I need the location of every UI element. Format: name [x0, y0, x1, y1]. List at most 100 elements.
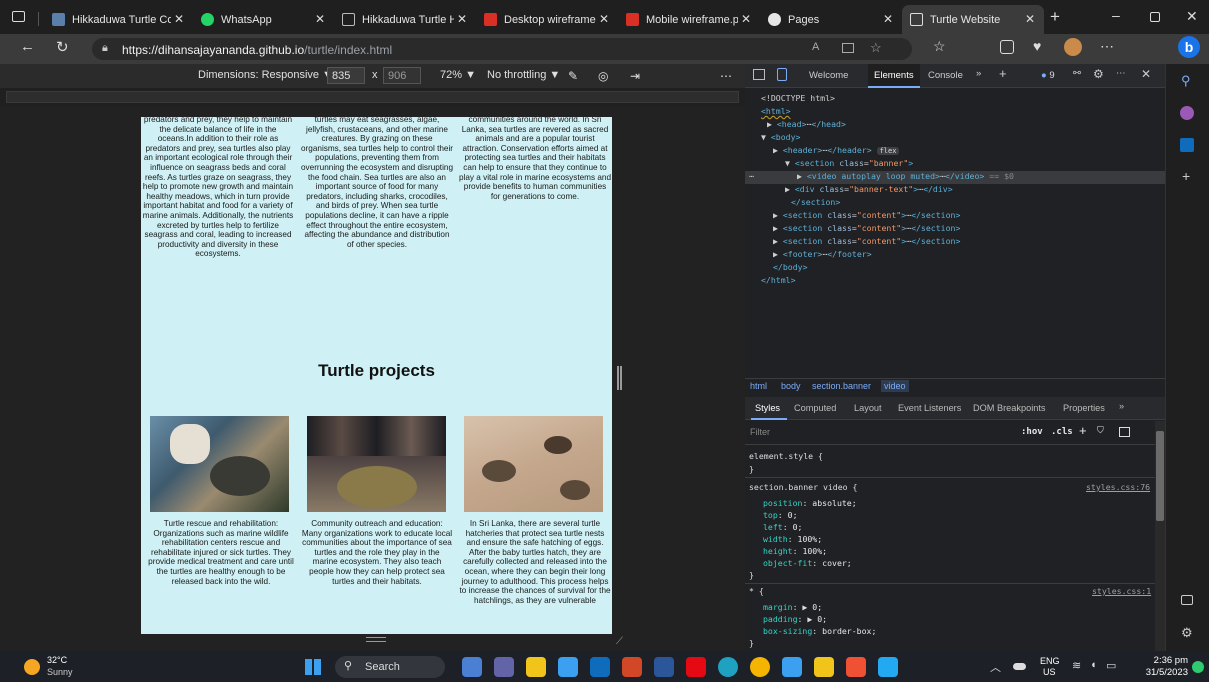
tray-chevron-icon[interactable]: ︿: [990, 659, 1001, 675]
dom-doctype[interactable]: <!DOCTYPE html>: [745, 93, 1165, 106]
row-menu-icon[interactable]: ⋯: [749, 171, 754, 181]
store-icon[interactable]: [558, 657, 578, 677]
add-tab-icon[interactable]: +: [999, 66, 1007, 81]
netflix-icon[interactable]: [686, 657, 706, 677]
close-devtools-icon[interactable]: ✕: [1141, 67, 1151, 81]
more-style-tabs-icon[interactable]: »: [1119, 401, 1124, 411]
read-aloud-icon[interactable]: A: [812, 41, 819, 53]
chat-icon[interactable]: [494, 657, 514, 677]
volume-icon[interactable]: ◖: [1090, 659, 1097, 671]
rule2-source-link[interactable]: styles.css:1: [1092, 586, 1151, 596]
expand-icon[interactable]: ▶: [773, 223, 783, 233]
dom-section-content-2[interactable]: ▶ <section class="content">⋯</section>: [745, 223, 1165, 236]
collections-icon[interactable]: [1000, 40, 1014, 54]
url-field[interactable]: 🔒︎ https://dihansajayananda.github.io/tu…: [92, 38, 912, 60]
restore-button[interactable]: [1150, 12, 1160, 22]
dom-head[interactable]: ▶ <head>⋯</head>: [745, 119, 1165, 132]
word-icon[interactable]: [654, 657, 674, 677]
language-line1[interactable]: ENG: [1040, 656, 1060, 666]
devtools-more-icon[interactable]: ⋯: [1116, 68, 1126, 79]
css-prop-left[interactable]: left: 0;: [763, 522, 802, 532]
app-available-icon[interactable]: [842, 43, 854, 53]
dom-div-banner-text[interactable]: ▶ <div class="banner-text">⋯</div>: [745, 184, 1165, 197]
close-icon[interactable]: ✕: [457, 12, 467, 26]
expand-icon[interactable]: ▶: [767, 119, 777, 129]
hov-toggle[interactable]: :hov: [1021, 427, 1043, 437]
tab-desktop-wireframe[interactable]: Desktop wireframe.pd✕: [476, 5, 618, 34]
dom-footer[interactable]: ▶ <footer>⋯</footer>: [745, 249, 1165, 262]
sidebar-panel-icon[interactable]: [1181, 595, 1193, 605]
new-tab-button[interactable]: +: [1050, 7, 1060, 27]
throttle-dropdown[interactable]: No throttling ▼: [487, 69, 560, 81]
onedrive-icon[interactable]: [1013, 663, 1026, 670]
device-emulation-icon[interactable]: [777, 68, 787, 81]
start-icon[interactable]: [305, 659, 321, 675]
resize-handle-bottom[interactable]: [366, 637, 386, 642]
close-icon[interactable]: ✕: [741, 12, 751, 26]
layout-tab[interactable]: Layout: [854, 403, 882, 413]
rule-selector-banner-video[interactable]: section.banner video {: [749, 482, 857, 492]
tab-console[interactable]: Console: [928, 70, 963, 81]
properties-tab[interactable]: Properties: [1063, 403, 1105, 413]
rule-selector-universal[interactable]: * {: [749, 586, 764, 596]
add-sidebar-app-icon[interactable]: +: [1182, 168, 1190, 184]
resize-corner-icon[interactable]: ⟋: [616, 636, 623, 647]
expand-icon[interactable]: ▶: [773, 236, 783, 246]
crumb-html[interactable]: html: [750, 381, 767, 391]
refresh-icon[interactable]: ↻: [56, 38, 69, 56]
back-arrow-icon[interactable]: ←: [20, 38, 35, 55]
css-prop-padding[interactable]: padding: ▶ 0;: [763, 614, 827, 624]
tab-turtle-website[interactable]: Turtle Website ✕: [902, 5, 1044, 34]
resize-handle-right[interactable]: [617, 366, 622, 390]
dom-section-banner[interactable]: ▼ <section class="banner">: [745, 158, 1165, 171]
collapse-icon[interactable]: ▼: [785, 158, 795, 168]
css-prop-object-fit[interactable]: object-fit: cover;: [763, 558, 852, 568]
edge-icon[interactable]: [718, 657, 738, 677]
close-icon[interactable]: ✕: [174, 12, 184, 26]
folder-icon[interactable]: [814, 657, 834, 677]
widgets-icon[interactable]: [462, 657, 482, 677]
zoom-dropdown[interactable]: 72% ▼: [440, 69, 476, 81]
tab-whatsapp[interactable]: WhatsApp ✕: [193, 5, 334, 34]
favorites-icon[interactable]: ☆: [933, 38, 946, 55]
css-prop-height[interactable]: height: 100%;: [763, 546, 827, 556]
filter-input[interactable]: Filter: [750, 427, 770, 437]
search-icon[interactable]: ⚲: [1181, 73, 1191, 89]
settings-gear-icon[interactable]: ⚙: [1093, 67, 1104, 81]
sidebar-settings-icon[interactable]: ⚙: [1181, 625, 1193, 641]
expand-icon[interactable]: ▶: [797, 171, 807, 181]
flex-badge[interactable]: flex: [876, 147, 900, 155]
battery-icon[interactable]: ▭: [1106, 659, 1116, 672]
collapse-icon[interactable]: ▼: [761, 132, 771, 142]
notification-badge[interactable]: [1192, 661, 1204, 673]
sidebar-toggle-icon[interactable]: [1119, 427, 1130, 437]
avatar[interactable]: [1064, 38, 1082, 56]
bing-chat-icon[interactable]: b: [1178, 36, 1200, 58]
inspect-icon[interactable]: [753, 69, 765, 80]
more-tabs-icon[interactable]: »: [976, 68, 981, 79]
outlook-icon[interactable]: [1180, 138, 1194, 152]
element-style-rule[interactable]: element.style {: [749, 451, 823, 461]
crumb-video[interactable]: video: [881, 380, 909, 392]
close-icon[interactable]: ✕: [1025, 12, 1035, 26]
css-prop-box-sizing[interactable]: box-sizing: border-box;: [763, 626, 876, 636]
styles-tab[interactable]: Styles: [755, 403, 780, 413]
expand-icon[interactable]: ▶: [785, 184, 795, 194]
expand-icon[interactable]: ▶: [773, 249, 783, 259]
device-more-icon[interactable]: ⋯: [720, 69, 732, 83]
weather-sun-icon[interactable]: [24, 659, 40, 675]
notepad-icon[interactable]: [782, 657, 802, 677]
file-explorer-icon[interactable]: [526, 657, 546, 677]
issues-badge[interactable]: ● 9: [1041, 70, 1055, 81]
favorite-icon[interactable]: ☆: [870, 40, 882, 56]
close-icon[interactable]: ✕: [599, 12, 609, 26]
cls-toggle[interactable]: .cls: [1051, 427, 1073, 437]
git-icon[interactable]: [846, 657, 866, 677]
extensions-icon[interactable]: ♥: [1033, 38, 1041, 54]
tab-pages[interactable]: Pages ✕: [760, 5, 902, 34]
minimize-button[interactable]: –: [1112, 7, 1120, 23]
sensors-icon[interactable]: ✎: [568, 69, 578, 83]
dom-video-selected[interactable]: ⋯ ▶ <video autoplay loop muted>⋯</video> …: [745, 171, 1165, 184]
tab-hikkaduwa-hatchery[interactable]: Hikkaduwa Turtle Hat✕: [334, 5, 476, 34]
dom-section-content-3[interactable]: ▶ <section class="content">⋯</section>: [745, 236, 1165, 249]
